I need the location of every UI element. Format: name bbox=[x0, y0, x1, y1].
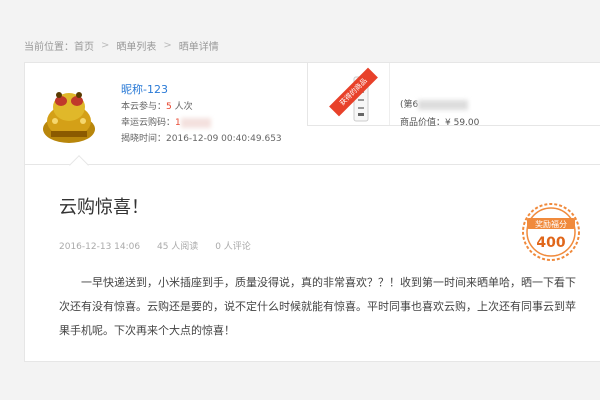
avatar[interactable] bbox=[39, 71, 99, 151]
reward-points-badge: 奖励福分 400 bbox=[522, 203, 580, 261]
post-meta: 2016-12-13 14:06 45 人阅读 0 人评论 bbox=[59, 239, 265, 252]
lucky-code-row: 幸运云购码：1 bbox=[121, 115, 282, 131]
breadcrumb-prefix: 当前位置： bbox=[24, 42, 74, 53]
participate-row: 本云参与：5 人次 bbox=[121, 102, 193, 112]
breadcrumb-home[interactable]: 首页 bbox=[74, 38, 94, 53]
post-body: 一早快递送到，小米插座到手，质量没得说，真的非常喜欢？？！收到第一时间来晒单哈，… bbox=[59, 276, 576, 337]
blurred-product-name bbox=[418, 99, 469, 110]
product-name[interactable]: (第6 bbox=[400, 97, 469, 110]
post-title: 云购惊喜！ bbox=[59, 197, 149, 218]
winner-info: 昵称-123 本云参与：5 人次 幸运云购码：1 揭晓时间：2016-12-09… bbox=[121, 81, 282, 147]
winner-strip: 昵称-123 本云参与：5 人次 幸运云购码：1 揭晓时间：2016-12-09… bbox=[25, 62, 600, 165]
post-date: 2016-12-13 14:06 bbox=[59, 242, 141, 252]
participate-value: 5 bbox=[166, 102, 172, 112]
post-reads: 45 人阅读 bbox=[156, 242, 199, 252]
reveal-time-value: 2016-12-09 00:40:49.653 bbox=[166, 134, 282, 144]
chevron-right-icon: > bbox=[163, 40, 172, 51]
divider bbox=[389, 63, 390, 125]
blurred-code bbox=[180, 117, 211, 128]
post-comments[interactable]: 0 人评论 bbox=[215, 242, 251, 252]
product-image[interactable]: 获得的商品 bbox=[329, 67, 386, 123]
breadcrumb-list[interactable]: 晒单列表 bbox=[116, 38, 156, 53]
product-price: 商品价值：¥ 59.00 bbox=[400, 118, 480, 128]
badge-value: 400 bbox=[536, 235, 565, 251]
breadcrumb-current: 晒单详情 bbox=[178, 42, 219, 53]
winner-nickname[interactable]: 昵称-123 bbox=[121, 81, 282, 99]
breadcrumb: 当前位置： 首页 > 晒单列表 > 晒单详情 bbox=[24, 38, 219, 53]
share-detail-card: 昵称-123 本云参与：5 人次 幸运云购码：1 揭晓时间：2016-12-09… bbox=[24, 62, 600, 362]
reveal-time-row: 揭晓时间：2016-12-09 00:40:49.653 bbox=[121, 134, 282, 144]
product-box: 获得的商品 (第6 商品价值：¥ 59.00 bbox=[307, 62, 600, 128]
chevron-right-icon: > bbox=[101, 40, 110, 51]
badge-label: 奖励福分 bbox=[535, 219, 567, 229]
